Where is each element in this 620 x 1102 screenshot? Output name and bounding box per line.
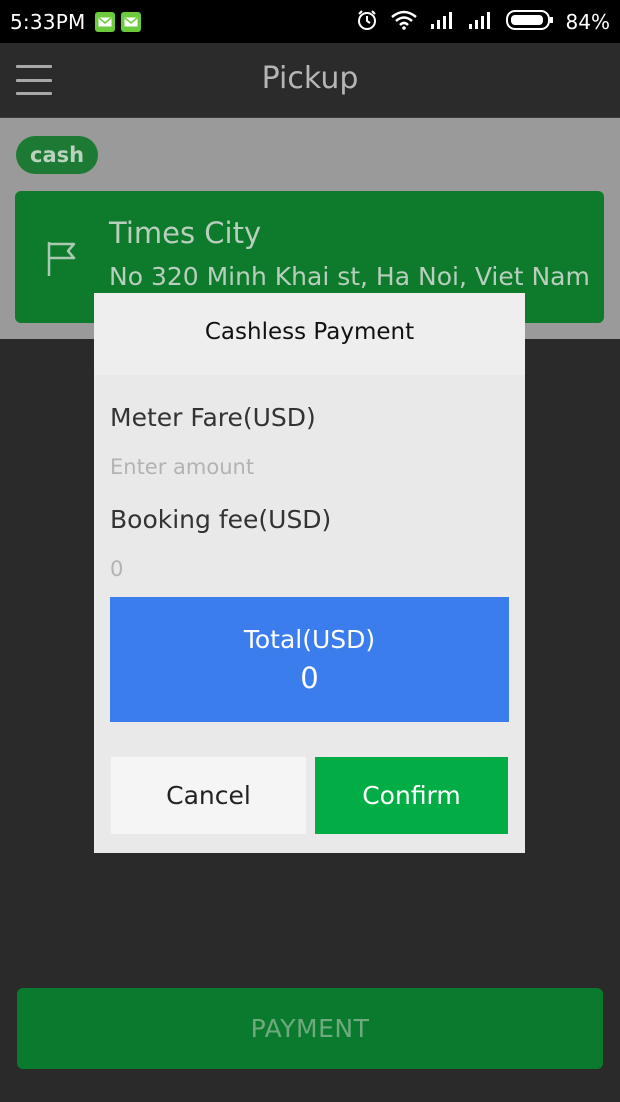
app-header: Pickup [0,43,620,118]
total-value: 0 [300,661,319,695]
booking-fee-label: Booking fee(USD) [110,505,332,534]
dialog-title: Cashless Payment [204,319,415,345]
booking-fee-input [110,551,509,587]
location-address: No 320 Minh Khai st, Ha Noi, Viet Nam [109,262,590,291]
battery-percent: 84% [565,9,610,34]
mail-icon [95,11,116,32]
page-title: Pickup [261,61,359,96]
signal-icon [430,10,456,34]
meter-fare-input[interactable] [110,449,509,485]
location-name: Times City [109,216,262,250]
status-time: 5:33PM [10,9,86,34]
signal-icon [468,10,494,34]
payment-button[interactable]: PAYMENT [17,988,603,1069]
flag-icon [47,242,76,276]
status-right: 84% [356,9,610,35]
mail-icon [121,11,142,32]
cashless-payment-dialog: Cashless Payment Meter Fare(USD) Booking… [94,293,525,853]
status-bar: 5:33PM 84% [0,0,620,43]
app-screen: 5:33PM 84% Pickup cash Times City No 320… [0,0,620,1102]
alarm-icon [356,9,378,35]
total-label: Total(USD) [243,625,376,654]
status-left: 5:33PM [10,9,142,34]
payment-method-badge: cash [16,136,99,174]
confirm-button[interactable]: Confirm [315,757,508,834]
cancel-button[interactable]: Cancel [111,757,306,834]
battery-icon [505,9,554,35]
meter-fare-label: Meter Fare(USD) [110,403,316,432]
total-box: Total(USD) 0 [110,597,509,722]
wifi-icon [390,10,418,34]
dialog-title-bar: Cashless Payment [94,293,525,375]
